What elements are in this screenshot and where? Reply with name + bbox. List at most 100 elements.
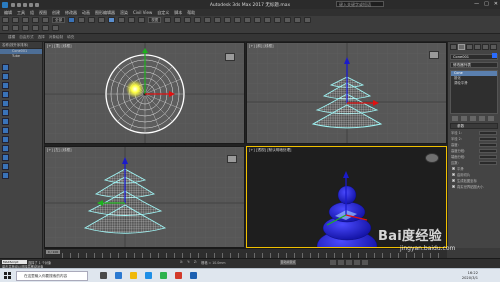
menu-customize[interactable]: 自定义 — [157, 10, 169, 16]
snap-toggle-button[interactable] — [174, 17, 182, 23]
filter-lights-icon[interactable] — [2, 82, 9, 89]
filter-all-icon[interactable] — [2, 145, 9, 152]
play-icon[interactable] — [346, 260, 352, 265]
find-icon[interactable] — [2, 172, 9, 179]
z-coordinate[interactable]: Z: — [194, 260, 197, 265]
edge-browser-icon[interactable] — [115, 272, 122, 279]
file-explorer-icon[interactable] — [130, 272, 137, 279]
go-to-end-icon[interactable] — [362, 260, 368, 265]
selection-filter-dropdown[interactable]: 全部 — [52, 17, 66, 23]
param-field[interactable] — [479, 136, 497, 141]
mapping-coords-checkbox[interactable]: 生成贴图坐标 — [452, 178, 496, 183]
menu-civil-view[interactable]: Civil View — [133, 10, 152, 15]
menu-help[interactable]: 帮助 — [187, 10, 195, 16]
time-slider[interactable]: 0 / 100 — [46, 250, 60, 254]
next-frame-icon[interactable] — [354, 260, 360, 265]
viewport-left[interactable]: [+] [左] [线框] — [44, 146, 245, 248]
select-and-rotate-button[interactable] — [118, 17, 126, 23]
rect-region-button[interactable] — [88, 17, 96, 23]
scene-explorer-button[interactable] — [42, 25, 49, 31]
ribbon-tab-modeling[interactable]: 建模 — [8, 35, 15, 40]
menu-modifiers[interactable]: 修改器 — [65, 10, 77, 16]
auto-key-button[interactable]: 自动关键点 — [280, 260, 296, 265]
angle-snap-button[interactable] — [184, 17, 192, 23]
select-and-place-button[interactable] — [138, 17, 146, 23]
render-production-button[interactable] — [304, 17, 312, 23]
modify-tab-icon[interactable] — [458, 44, 465, 50]
filter-groups-icon[interactable] — [2, 118, 9, 125]
menu-create[interactable]: 创建 — [52, 10, 60, 16]
filter-shapes-icon[interactable] — [2, 73, 9, 80]
layer-explorer-button[interactable] — [244, 17, 252, 23]
named-selection-button[interactable] — [214, 17, 222, 23]
project-button[interactable] — [12, 25, 19, 31]
container-button[interactable] — [32, 25, 39, 31]
viewcube-icon[interactable] — [227, 155, 237, 163]
slice-checkbox[interactable]: 启用切片 — [452, 172, 496, 177]
prev-frame-icon[interactable] — [338, 260, 344, 265]
x-coordinate[interactable]: X: — [180, 260, 183, 265]
checkbox-icon[interactable] — [452, 173, 455, 176]
link-button[interactable] — [22, 17, 29, 23]
ribbon-tab-object-paint[interactable]: 对象绘制 — [49, 35, 63, 40]
filter-cameras-icon[interactable] — [2, 91, 9, 98]
mirror-button[interactable] — [224, 17, 232, 23]
param-field[interactable] — [479, 154, 497, 159]
checkbox-icon[interactable] — [452, 167, 455, 170]
system-tray-clock[interactable]: 16:22 2020/3/1 — [462, 271, 478, 281]
curve-editor-button[interactable] — [254, 17, 262, 23]
viewcube-icon[interactable] — [425, 153, 439, 163]
create-tab-icon[interactable] — [450, 44, 457, 50]
menu-views[interactable]: 视图 — [39, 10, 47, 16]
close-button[interactable]: ✕ — [494, 0, 498, 9]
filter-spacewarps-icon[interactable] — [2, 109, 9, 116]
y-coordinate[interactable]: Y: — [187, 260, 190, 265]
checkbox-icon[interactable] — [452, 185, 455, 188]
filter-none-icon[interactable] — [2, 154, 9, 161]
layer-button[interactable] — [22, 25, 29, 31]
windows-start-icon[interactable] — [4, 272, 11, 279]
ribbon-tab-populate[interactable]: 填充 — [67, 35, 74, 40]
param-field[interactable] — [479, 142, 497, 147]
schematic-view-button[interactable] — [264, 17, 272, 23]
wechat-icon[interactable] — [160, 272, 167, 279]
filter-helpers-icon[interactable] — [2, 100, 9, 107]
filter-xrefs-icon[interactable] — [2, 127, 9, 134]
pin-stack-icon[interactable] — [452, 116, 458, 121]
filter-invert-icon[interactable] — [2, 163, 9, 170]
hierarchy-tab-icon[interactable] — [466, 44, 473, 50]
search-input[interactable]: 键入关键字或短语 — [336, 1, 384, 7]
ribbon-tab-freeform[interactable]: 自由形式 — [19, 35, 33, 40]
task-view-icon[interactable] — [100, 272, 107, 279]
rendered-frame-button[interactable] — [294, 17, 302, 23]
param-field[interactable] — [479, 130, 497, 135]
viewport-top[interactable]: [+] [顶] [线框] — [44, 42, 245, 144]
taskbar-search-box[interactable]: 在这里输入你要搜索的内容 — [16, 271, 88, 281]
render-setup-button[interactable] — [284, 17, 292, 23]
select-and-scale-button[interactable] — [128, 17, 136, 23]
checkbox-icon[interactable] — [452, 179, 455, 182]
redo-button[interactable] — [12, 17, 19, 23]
menu-edit[interactable]: 编辑 — [4, 10, 12, 16]
menu-tools[interactable]: 工具 — [17, 10, 25, 16]
pivot-center-button[interactable] — [164, 17, 172, 23]
param-field[interactable] — [479, 160, 497, 165]
display-tab-icon[interactable] — [482, 44, 489, 50]
motion-tab-icon[interactable] — [474, 44, 481, 50]
object-color-swatch[interactable] — [492, 53, 497, 58]
modifier-list-dropdown[interactable]: 修改器列表 — [450, 62, 498, 68]
menu-animation[interactable]: 动画 — [82, 10, 90, 16]
window-crossing-button[interactable] — [98, 17, 106, 23]
smooth-checkbox[interactable]: 平滑 — [452, 166, 496, 171]
scene-item[interactable]: Tube — [0, 54, 42, 59]
configure-sets-icon[interactable] — [488, 116, 494, 121]
filter-geometry-icon[interactable] — [2, 64, 9, 71]
toggle-ribbon-button[interactable] — [52, 25, 59, 31]
select-and-move-button[interactable] — [108, 17, 116, 23]
viewport-label[interactable]: [+] [透视] [默认明暗处理] — [249, 148, 291, 153]
ribbon-tab-selection[interactable]: 选择 — [38, 35, 45, 40]
real-world-map-checkbox[interactable]: 真实世界贴图大小 — [452, 184, 496, 189]
menu-graph-editors[interactable]: 图形编辑器 — [95, 10, 115, 16]
app-icon-red[interactable] — [175, 272, 182, 279]
select-by-name-button[interactable] — [78, 17, 86, 23]
